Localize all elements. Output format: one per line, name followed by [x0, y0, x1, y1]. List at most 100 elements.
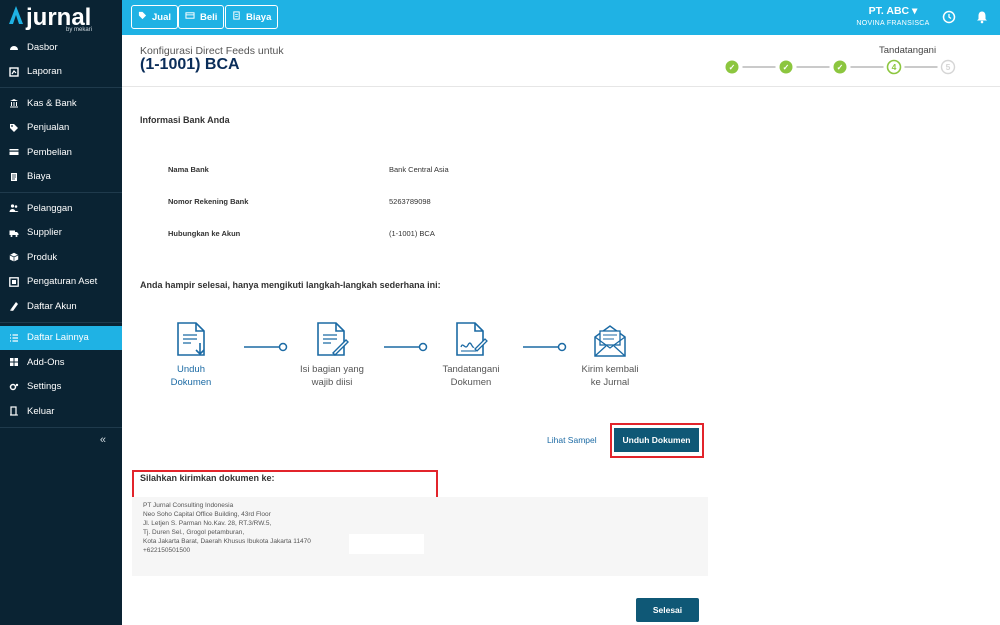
card-icon: [185, 11, 195, 23]
page-title: (1-1001) BCA: [140, 56, 240, 73]
sidebar-item-produk[interactable]: Produk: [0, 245, 122, 270]
progress-stepper: ✓ ✓ ✓ 4 5: [725, 59, 956, 75]
bell-icon[interactable]: [975, 10, 989, 24]
edit-document-icon: [315, 321, 349, 364]
address-line: Neo Soho Capital Office Building, 43rd F…: [143, 511, 271, 518]
linked-account-label: Hubungkan ke Akun: [168, 229, 241, 238]
sidebar-item-daftar-akun[interactable]: Daftar Akun: [0, 294, 122, 319]
quick-jual-label: Jual: [152, 11, 172, 23]
sidebar-item-supplier[interactable]: Supplier: [0, 221, 122, 246]
download-document-icon: [175, 321, 209, 364]
quick-biaya-button[interactable]: Biaya: [225, 5, 279, 29]
address-line: Jl. Letjen S. Parman No.Kav. 28, RT.3/RW…: [143, 520, 272, 527]
sidebar-item-settings[interactable]: Settings: [0, 375, 122, 400]
sidebar-divider: [0, 87, 122, 88]
sidebar-item-label: Produk: [27, 251, 58, 263]
step-caption-line: Unduh: [177, 364, 205, 375]
user-name: NOVINA FRANSISCA: [856, 20, 930, 27]
receipt-icon: [9, 172, 19, 182]
sidebar-divider: [0, 192, 122, 193]
sidebar-nav: Dasbor Laporan Kas & Bank Penjualan Pemb…: [0, 35, 122, 424]
sign-document-icon: [454, 321, 488, 364]
step-caption-line: ke Jurnal: [590, 377, 630, 388]
view-sample-link[interactable]: Lihat Sampel: [547, 435, 597, 445]
sidebar-divider: [0, 426, 122, 428]
tag-icon: [9, 123, 19, 133]
bank-name-label: Nama Bank: [168, 165, 209, 174]
sidebar-item-label: Add-Ons: [27, 356, 65, 368]
stepper-step-label: 4: [892, 62, 897, 72]
sidebar-item-label: Laporan: [27, 66, 62, 78]
company-switcher[interactable]: PT. ABC ▾ NOVINA FRANSISCA: [843, 5, 943, 27]
sidebar-item-label: Pengaturan Aset: [27, 276, 98, 288]
sidebar-item-label: Keluar: [27, 405, 55, 417]
stepper-step-label: ✓: [837, 63, 844, 72]
box-icon: [9, 252, 19, 262]
sidebar-item-label: Pembelian: [27, 146, 72, 158]
sidebar-item-label: Settings: [27, 381, 62, 393]
sidebar-item-label: Daftar Lainnya: [27, 332, 89, 344]
gear-icon: [9, 382, 19, 392]
step-caption-line: Isi bagian yang: [300, 364, 364, 375]
step-caption-line: Kirim kembali: [581, 364, 639, 375]
sidebar-item-label: Penjualan: [27, 122, 70, 134]
quick-jual-button[interactable]: Jual: [131, 5, 179, 29]
instructions-title: Anda hampir selesai, hanya mengikuti lan…: [140, 280, 441, 290]
dashboard-icon: [9, 42, 19, 52]
linked-account-value: (1-1001) BCA: [389, 229, 435, 238]
bank-info-title: Informasi Bank Anda: [140, 115, 230, 125]
sidebar-item-penjualan[interactable]: Penjualan: [0, 116, 122, 141]
sidebar-item-label: Pelanggan: [27, 202, 73, 214]
sidebar-item-label: Kas & Bank: [27, 97, 77, 109]
address-line: Tj. Duren Sel., Grogol petamburan,: [143, 529, 245, 536]
main-content: Informasi Bank Anda Nama Bank Bank Centr…: [122, 87, 1000, 625]
mail-icon: [592, 323, 628, 364]
logo-text: jurnal: [26, 3, 92, 31]
address-line: PT Jurnal Consulting Indonesia: [143, 502, 234, 509]
asset-icon: [9, 276, 19, 287]
sidebar-item-label: Daftar Akun: [27, 300, 77, 312]
quick-beli-label: Beli: [200, 11, 218, 23]
step-caption-line: Dokumen: [450, 377, 492, 388]
clock-icon[interactable]: [942, 10, 956, 24]
sidebar-collapse-button[interactable]: «: [0, 434, 122, 446]
sidebar-item-kas-bank[interactable]: Kas & Bank: [0, 91, 122, 116]
sidebar-item-pelanggan[interactable]: Pelanggan: [0, 196, 122, 221]
bank-name-value: Bank Central Asia: [389, 165, 449, 174]
logo-by-text: by mekari: [66, 27, 93, 33]
finish-button[interactable]: Selesai: [636, 598, 699, 622]
sidebar-item-pengaturan-aset[interactable]: Pengaturan Aset: [0, 270, 122, 295]
quick-beli-button[interactable]: Beli: [178, 5, 225, 29]
sidebar-item-pembelian[interactable]: Pembelian: [0, 140, 122, 165]
step-connector: [244, 342, 288, 352]
sidebar-item-add-ons[interactable]: Add-Ons: [0, 350, 122, 375]
chart-icon: [9, 67, 19, 77]
quick-biaya-label: Biaya: [246, 11, 272, 23]
page-header: Konfigurasi Direct Feeds untuk (1-1001) …: [122, 35, 1000, 87]
tag-icon: [138, 11, 147, 23]
sidebar-item-daftar-lainnya[interactable]: Daftar Lainnya: [0, 325, 122, 350]
step-caption-download: Unduh Dokumen: [136, 363, 246, 389]
logout-icon: [9, 406, 19, 416]
current-step-label: Tandatangani: [879, 45, 937, 56]
sidebar-divider: [0, 321, 122, 323]
jurnal-logo[interactable]: jurnal by mekari: [0, 0, 122, 35]
account-number-value: 5263789098: [389, 197, 431, 206]
sidebar-item-dasbor[interactable]: Dasbor: [0, 35, 122, 60]
step-caption-sign: Tandatangani Dokumen: [416, 363, 526, 389]
truck-icon: [9, 228, 19, 238]
sidebar-item-keluar[interactable]: Keluar: [0, 399, 122, 424]
step-caption-send: Kirim kembali ke Jurnal: [555, 363, 665, 389]
step-caption-line: Tandatangani: [442, 364, 500, 375]
address-line: Kota Jakarta Barat, Daerah Khusus Ibukot…: [143, 538, 311, 545]
sidebar-item-laporan[interactable]: Laporan: [0, 60, 122, 85]
sidebar-item-biaya[interactable]: Biaya: [0, 165, 122, 190]
step-caption-line: Dokumen: [170, 377, 212, 388]
sidebar-item-label: Supplier: [27, 227, 62, 239]
bank-icon: [9, 98, 19, 108]
step-caption-fill: Isi bagian yang wajib diisi: [277, 363, 387, 389]
stepper-step-label: ✓: [729, 63, 736, 72]
addon-icon: [9, 357, 19, 367]
download-document-button[interactable]: Unduh Dokumen: [614, 428, 699, 452]
address-panel: PT Jurnal Consulting Indonesia Neo Soho …: [132, 497, 708, 576]
